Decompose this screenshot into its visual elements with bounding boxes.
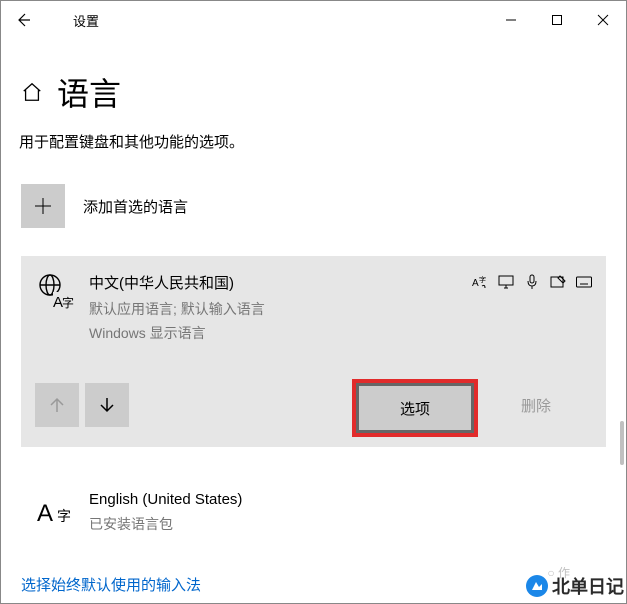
minimize-button[interactable] [488, 1, 534, 39]
language-features: A字 [472, 274, 592, 343]
speech-icon [524, 274, 540, 290]
language-letter-icon: A 字 [35, 491, 75, 531]
close-button[interactable] [580, 1, 626, 39]
text-to-speech-icon: A字 [472, 274, 488, 290]
page-title: 语言 [57, 69, 121, 115]
page-description: 用于配置键盘和其他功能的选项。 [19, 131, 606, 152]
back-button[interactable] [1, 1, 45, 39]
maximize-button[interactable] [534, 1, 580, 39]
delete-button: 删除 [480, 383, 592, 427]
svg-text:A: A [37, 500, 53, 527]
watermark-icon [526, 575, 548, 597]
display-icon [498, 274, 514, 290]
move-up-button [35, 383, 79, 427]
options-button[interactable]: 选项 [356, 383, 474, 433]
add-language-label: 添加首选的语言 [83, 196, 188, 217]
default-ime-link[interactable]: 选择始终默认使用的输入法 [21, 577, 201, 594]
language-subtitle: 默认应用语言; 默认输入语言 [89, 299, 472, 319]
window-title: 设置 [73, 11, 99, 30]
language-item-chinese[interactable]: A 字 中文(中华人民共和国) 默认应用语言; 默认输入语言 Windows 显… [21, 256, 606, 447]
svg-text:字: 字 [57, 508, 71, 524]
watermark-text: 北单日记 [552, 573, 624, 599]
language-name: English (United States) [89, 491, 582, 508]
handwriting-icon [550, 274, 566, 290]
keyboard-icon [576, 274, 592, 290]
move-down-button[interactable] [85, 383, 129, 427]
delete-button-label: 删除 [521, 395, 551, 416]
language-subtitle: 已安装语言包 [89, 514, 582, 534]
svg-text:字: 字 [479, 275, 486, 284]
add-language-button[interactable] [21, 184, 65, 228]
options-button-label: 选项 [400, 398, 430, 419]
language-globe-icon: A 字 [35, 272, 75, 312]
language-name: 中文(中华人民共和国) [89, 272, 472, 293]
language-subtitle-2: Windows 显示语言 [89, 323, 472, 343]
language-item-english[interactable]: A 字 English (United States) 已安装语言包 A字 [21, 475, 606, 538]
svg-text:A: A [472, 278, 479, 289]
home-icon[interactable] [21, 81, 43, 103]
svg-text:字: 字 [62, 295, 74, 310]
watermark: 北单日记 [526, 573, 624, 599]
language-features: A字 [582, 495, 592, 534]
scrollbar-thumb[interactable] [620, 421, 624, 465]
